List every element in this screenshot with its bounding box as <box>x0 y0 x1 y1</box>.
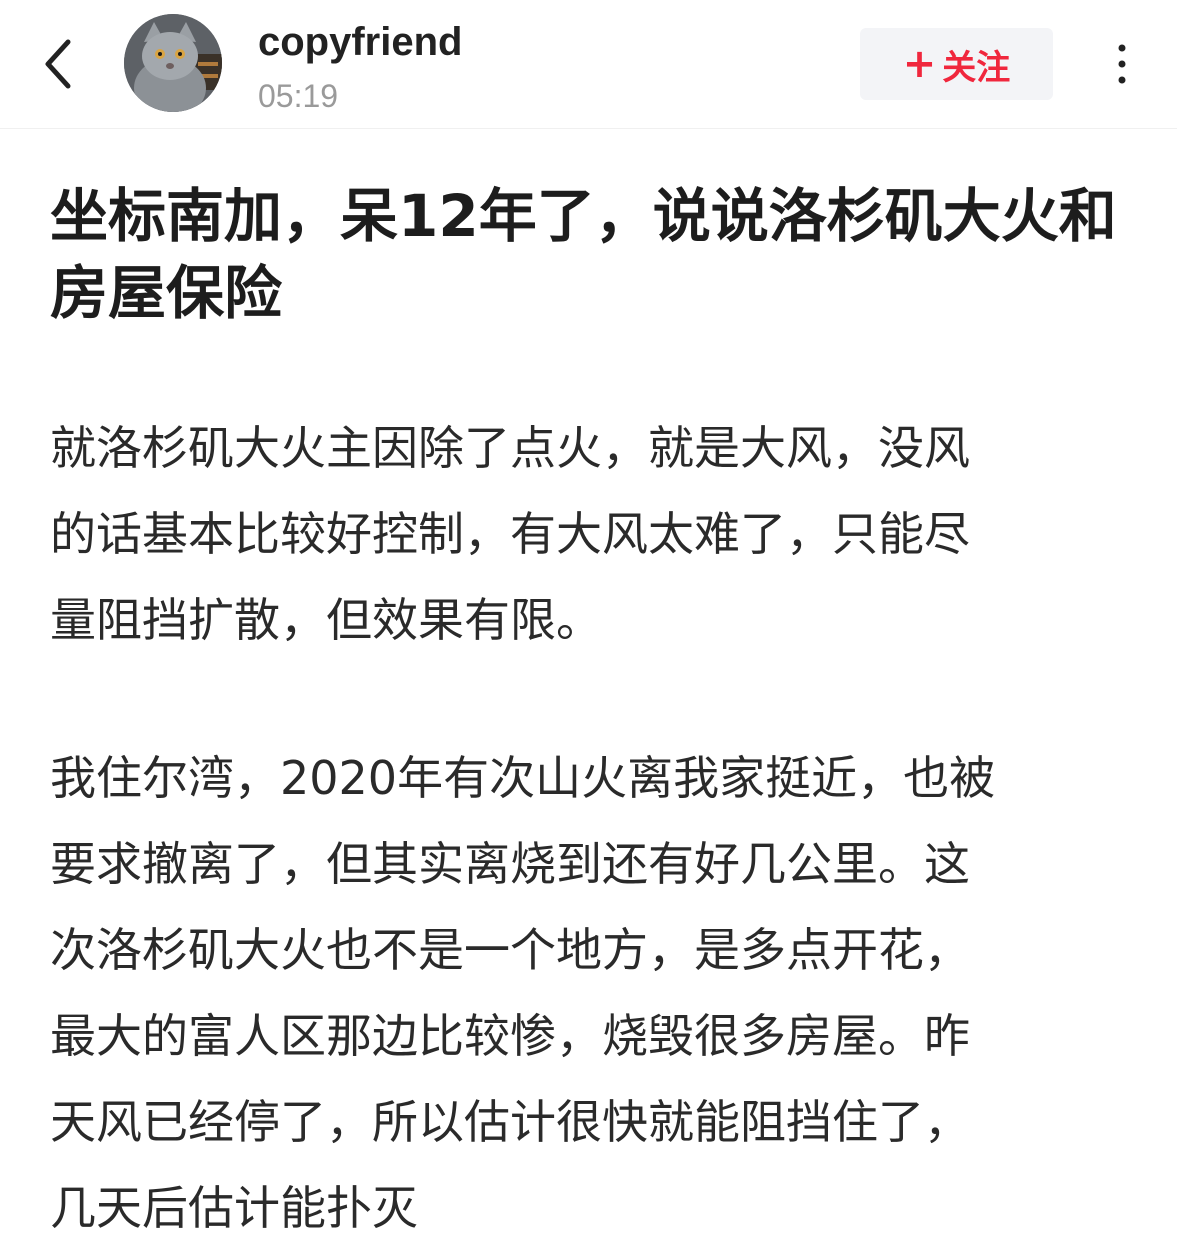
more-options-button[interactable] <box>1104 40 1140 88</box>
cat-avatar-image <box>124 14 222 112</box>
more-vertical-icon <box>1118 44 1126 84</box>
back-button[interactable] <box>30 30 86 98</box>
follow-button[interactable]: + 关注 <box>860 28 1053 100</box>
back-chevron-icon <box>45 39 71 89</box>
follow-label: 关注 <box>942 47 1011 88</box>
article-paragraph: 就洛杉矶大火主因除了点火，就是大风，没风 的话基本比较好控制，有大风太难了，只能… <box>50 421 970 647</box>
plus-icon: + <box>902 41 937 87</box>
author-name[interactable]: copyfriend <box>258 18 462 66</box>
article-paragraph: 我住尔湾，2020年有次山火离我家挺近，也被 要求撤离了，但其实离烧到还有好几公… <box>50 751 996 1235</box>
article-title: 坐标南加，呆12年了，说说洛杉矶大火和 房屋保险 <box>50 182 1117 327</box>
top-bar: copyfriend 05:19 + 关注 <box>0 0 1177 129</box>
avatar[interactable] <box>124 14 222 112</box>
post-time: 05:19 <box>258 78 339 114</box>
